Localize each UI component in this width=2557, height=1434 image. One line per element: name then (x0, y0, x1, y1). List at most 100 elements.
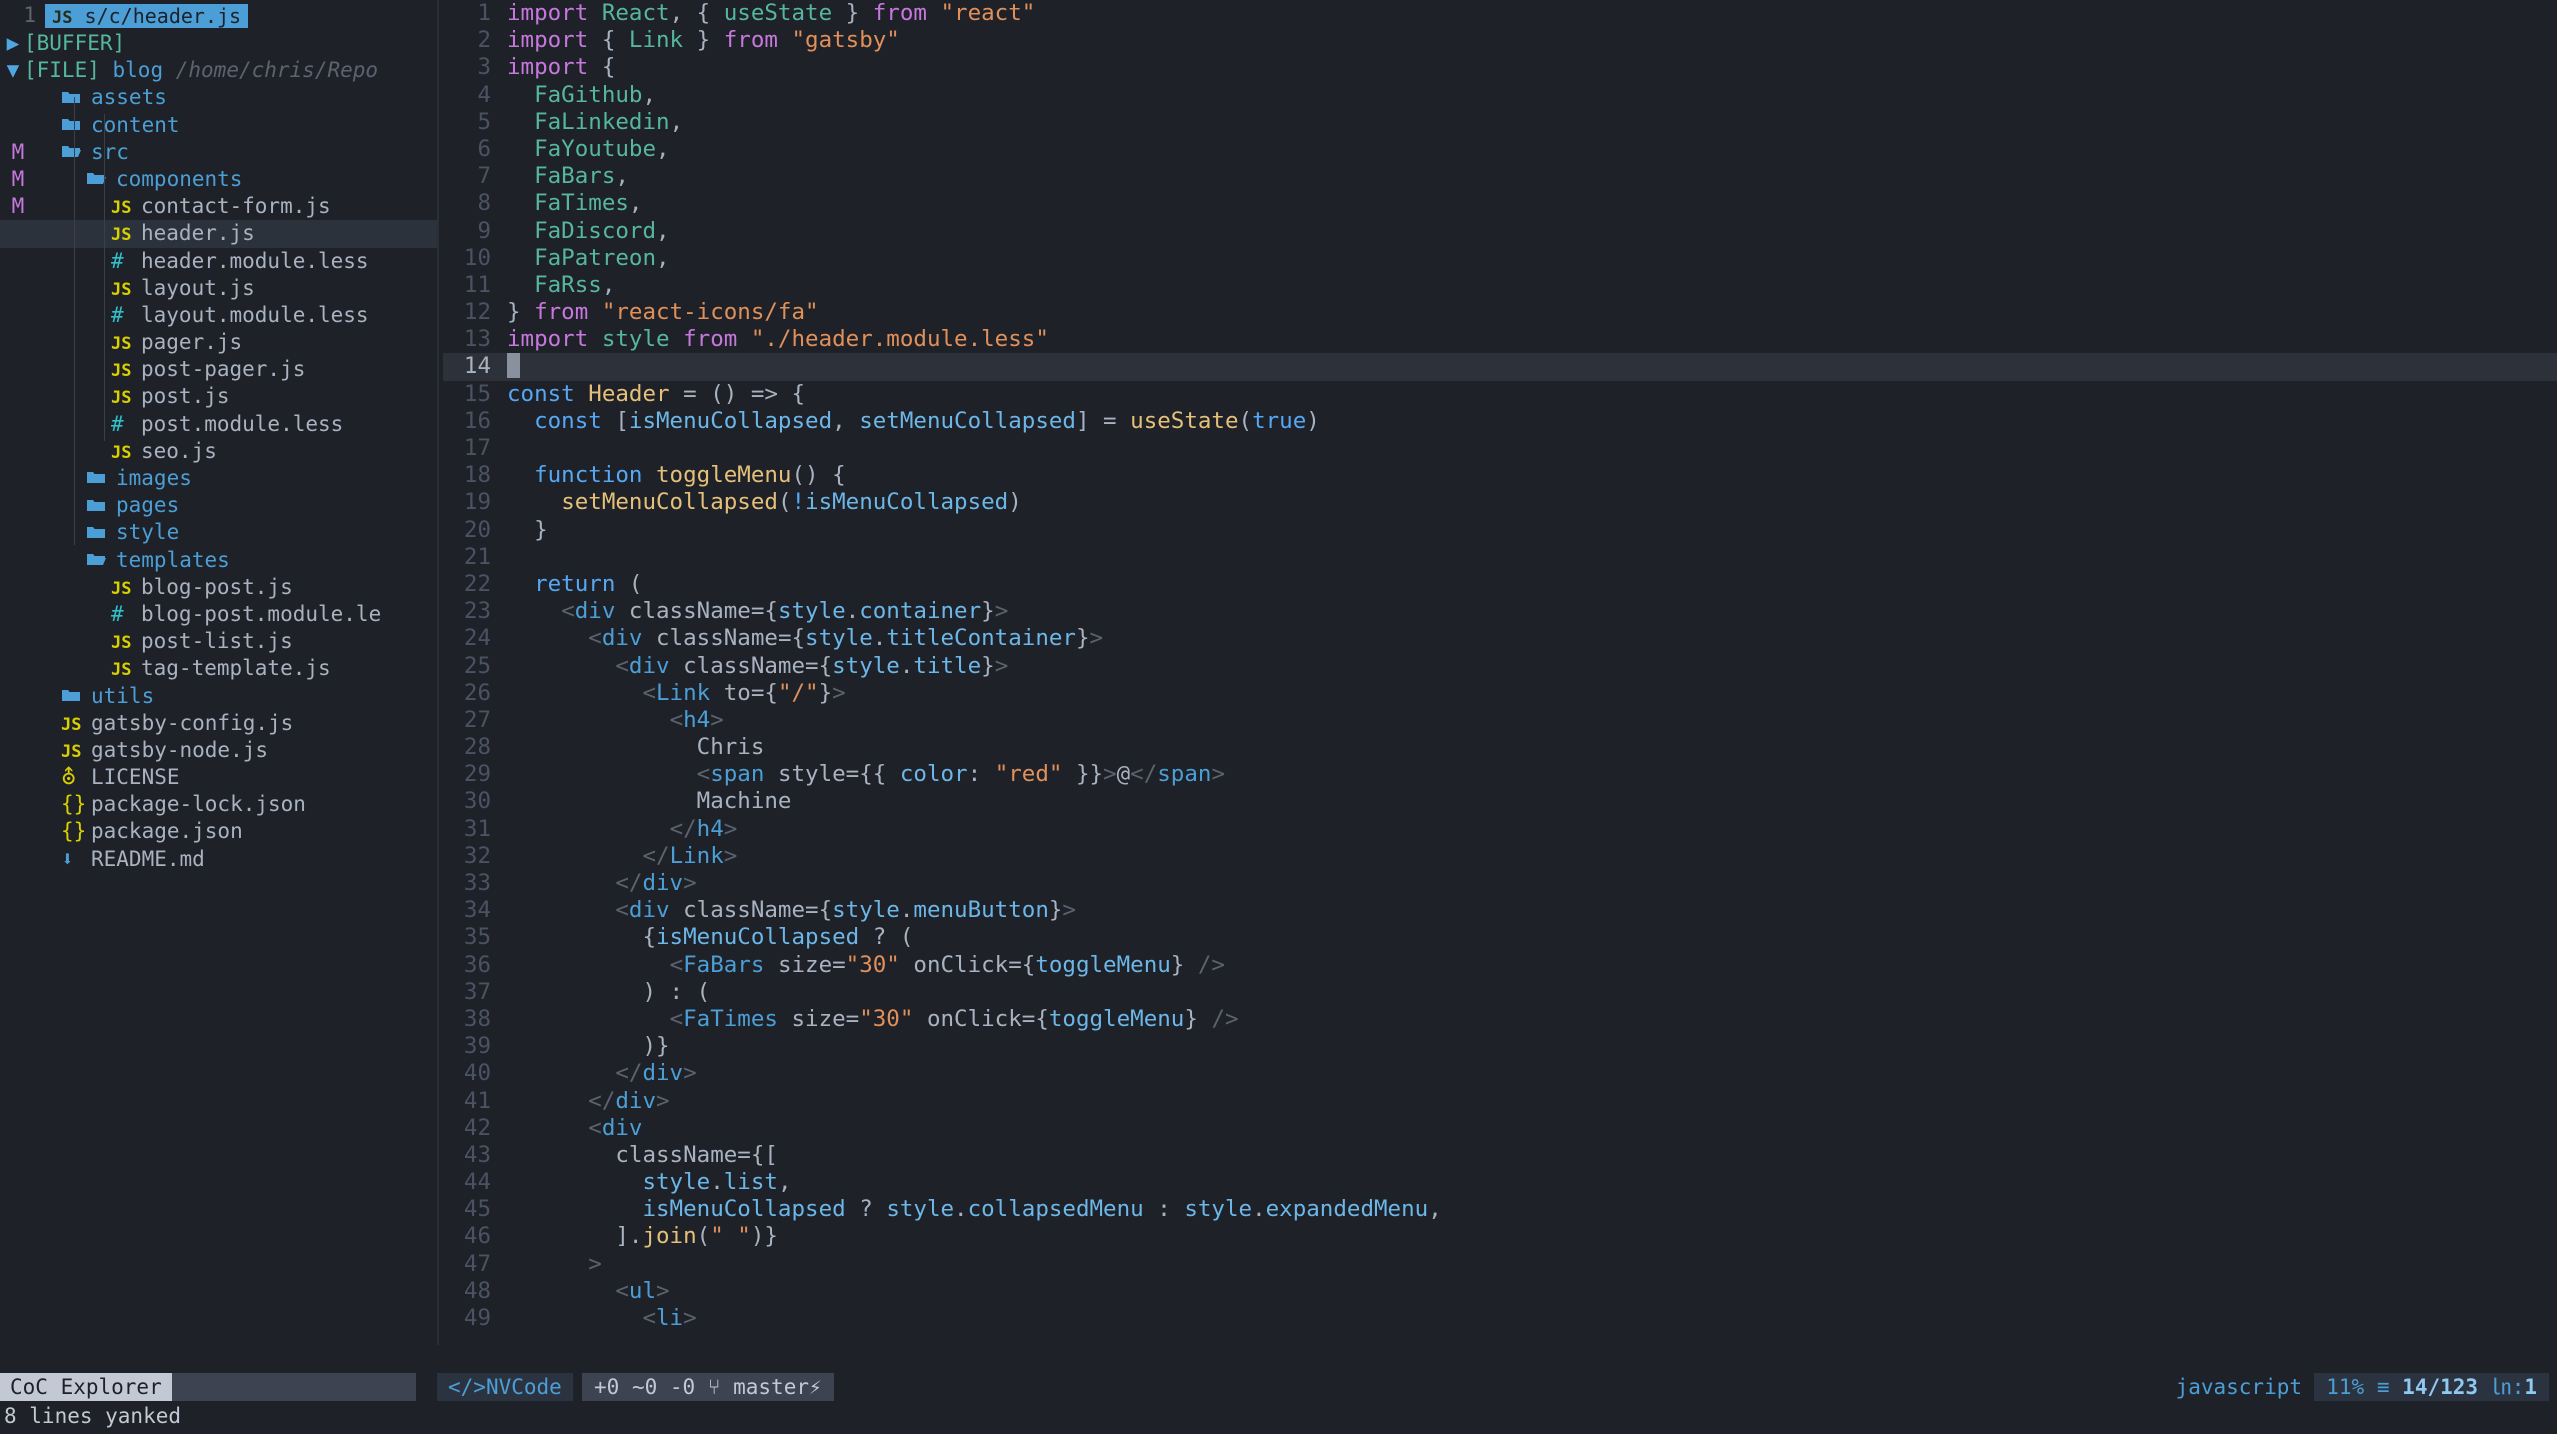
tree-file-header-js[interactable]: JS header.js (0, 220, 437, 248)
code-line[interactable]: 20 } (443, 517, 2557, 544)
tree-file-gatsby-node-js[interactable]: JS gatsby-node.js (0, 737, 437, 764)
code-token: </ (1130, 761, 1158, 788)
code-line[interactable]: 7 FaBars, (443, 163, 2557, 190)
tree-file-readme-md[interactable]: ⬇ README.md (0, 846, 437, 873)
tree-dir-templates[interactable]: templates (0, 547, 437, 574)
code-line[interactable]: 30 Machine (443, 788, 2557, 815)
folder-icon (62, 689, 80, 701)
code-line[interactable]: 28 Chris (443, 734, 2557, 761)
coc-explorer-sidebar[interactable]: 1 JS s/c/header.js ▶ [BUFFER] ▼ [FILE] blog… (0, 0, 437, 1345)
code-line[interactable]: 5 FaLinkedin, (443, 109, 2557, 136)
code-line[interactable]: 37 ) : ( (443, 979, 2557, 1006)
code-line[interactable]: 18 function toggleMenu() { (443, 462, 2557, 489)
code-line[interactable]: 9 FaDiscord, (443, 218, 2557, 245)
code-line[interactable]: 31 </h4> (443, 816, 2557, 843)
code-token: div (601, 1114, 643, 1141)
code-line[interactable]: 49 <li> (443, 1305, 2557, 1332)
code-line[interactable]: 34 <div className={style.menuButton}> (443, 897, 2557, 924)
code-line[interactable]: 40 </div> (443, 1060, 2557, 1087)
tree-file-post-module-less[interactable]: # post.module.less (0, 411, 437, 438)
tree-item-label: style (116, 520, 180, 545)
code-line[interactable]: 17 (443, 435, 2557, 462)
code-line[interactable]: 38 <FaTimes size="30" onClick={toggleMen… (443, 1006, 2557, 1033)
tree-file-package-json[interactable]: {} package.json (0, 818, 437, 845)
code-line[interactable]: 29 <span style={{ color: "red" }}>@</spa… (443, 761, 2557, 788)
code-line[interactable]: 41 </div> (443, 1088, 2557, 1115)
section-file[interactable]: ▼ [FILE] blog /home/chris/Repo (0, 57, 437, 84)
code-token: useState (1130, 407, 1239, 434)
code-line[interactable]: 14 (443, 353, 2557, 381)
code-line[interactable]: 44 style.list, (443, 1169, 2557, 1196)
buffer-tab-header-js[interactable]: JS s/c/header.js (45, 4, 249, 28)
code-line[interactable]: 6 FaYoutube, (443, 136, 2557, 163)
chevron-down-icon[interactable]: ▼ (2, 57, 24, 84)
code-token: div (642, 1060, 684, 1087)
tree-file-post-js[interactable]: JS post.js (0, 383, 437, 410)
section-buffer[interactable]: ▶ [BUFFER] (0, 30, 437, 57)
code-editor[interactable]: 1 import React, { useState } from "react"… (443, 0, 2557, 1345)
code-line[interactable]: 21 (443, 544, 2557, 571)
code-line[interactable]: 36 <FaBars size="30" onClick={toggleMenu… (443, 952, 2557, 979)
code-line[interactable]: 10 FaPatreon, (443, 245, 2557, 272)
tree-file-contact-form-js[interactable]: M JS contact-form.js (0, 193, 437, 220)
tree-dir-components[interactable]: Mcomponents (0, 166, 437, 193)
code-line[interactable]: 27 <h4> (443, 707, 2557, 734)
code-line[interactable]: 47 > (443, 1251, 2557, 1278)
tree-file-layout-js[interactable]: JS layout.js (0, 275, 437, 302)
code-line[interactable]: 4 FaGithub, (443, 82, 2557, 109)
tree-file-gatsby-config-js[interactable]: JS gatsby-config.js (0, 710, 437, 737)
tree-file-layout-module-less[interactable]: # layout.module.less (0, 302, 437, 329)
code-line[interactable]: 24 <div className={style.titleContainer}… (443, 625, 2557, 652)
tree-dir-assets[interactable]: assets (0, 84, 437, 111)
code-line[interactable]: 48 <ul> (443, 1278, 2557, 1305)
tree-file-package-lock-json[interactable]: {} package-lock.json (0, 791, 437, 818)
code-line[interactable]: 12} from "react-icons/fa" (443, 299, 2557, 326)
code-line[interactable]: 25 <div className={style.title}> (443, 653, 2557, 680)
tree-file-blog-post-js[interactable]: JS blog-post.js (0, 574, 437, 601)
code-line[interactable]: 13 import style from "./header.module.les… (443, 326, 2557, 353)
tree-dir-images[interactable]: images (0, 465, 437, 492)
code-line[interactable]: 11 FaRss, (443, 272, 2557, 299)
code-line[interactable]: 33 </div> (443, 870, 2557, 897)
code-line[interactable]: 39 )} (443, 1033, 2557, 1060)
tree-file-pager-js[interactable]: JS pager.js (0, 329, 437, 356)
code-line[interactable]: 45 isMenuCollapsed ? style.collapsedMenu… (443, 1196, 2557, 1223)
tree-dir-style[interactable]: style (0, 519, 437, 546)
tree-file-blog-post-module-le[interactable]: # blog-post.module.le (0, 601, 437, 628)
tree-dir-content[interactable]: content (0, 112, 437, 139)
tree-file-post-pager-js[interactable]: JS post-pager.js (0, 356, 437, 383)
code-line[interactable]: 16 const [isMenuCollapsed, setMenuCollap… (443, 408, 2557, 435)
code-line[interactable]: 15 const Header = () => { (443, 381, 2557, 408)
code-line[interactable]: 22 return ( (443, 571, 2557, 598)
tree-file-post-list-js[interactable]: JS post-list.js (0, 628, 437, 655)
code-line[interactable]: 3 import { (443, 54, 2557, 81)
chevron-right-icon[interactable]: ▶ (2, 30, 24, 57)
tree-file-seo-js[interactable]: JS seo.js (0, 438, 437, 465)
code-line[interactable]: 42 <div (443, 1115, 2557, 1142)
code-token: . (872, 625, 887, 652)
tree-file-header-module-less[interactable]: # header.module.less (0, 248, 437, 275)
tree-file-tag-template-js[interactable]: JS tag-template.js (0, 655, 437, 682)
line-number: 21 (463, 543, 491, 570)
code-line[interactable]: 46 ].join(" ")} (443, 1223, 2557, 1250)
code-token: import (507, 27, 602, 54)
code-line[interactable]: 35 {isMenuCollapsed ? ( (443, 924, 2557, 951)
code-line[interactable]: 8 FaTimes, (443, 190, 2557, 217)
code-line[interactable]: 2 import { Link } from "gatsby" (443, 27, 2557, 54)
tree-dir-src[interactable]: Msrc (0, 139, 437, 166)
code-line[interactable]: 43 className={[ (443, 1142, 2557, 1169)
tree-file-license[interactable]: ⛢ LICENSE (0, 764, 437, 791)
code-token: , (1428, 1196, 1442, 1223)
tree-dir-pages[interactable]: pages (0, 492, 437, 519)
code-line[interactable]: 19 setMenuCollapsed(!isMenuCollapsed) (443, 489, 2557, 516)
code-token: [ (615, 407, 629, 434)
code-line[interactable]: 1 import React, { useState } from "react" (443, 0, 2557, 27)
code-line[interactable]: 32 </Link> (443, 843, 2557, 870)
code-line[interactable]: 26 <Link to={"/"}> (443, 680, 2557, 707)
file-tree[interactable]: assets content Msrc Mcomponents M JS contact-f… (0, 84, 437, 872)
code-line[interactable]: 23 <div className={style.container}> (443, 598, 2557, 625)
tree-dir-utils[interactable]: utils (0, 683, 437, 710)
code-token: ={ (777, 625, 806, 652)
